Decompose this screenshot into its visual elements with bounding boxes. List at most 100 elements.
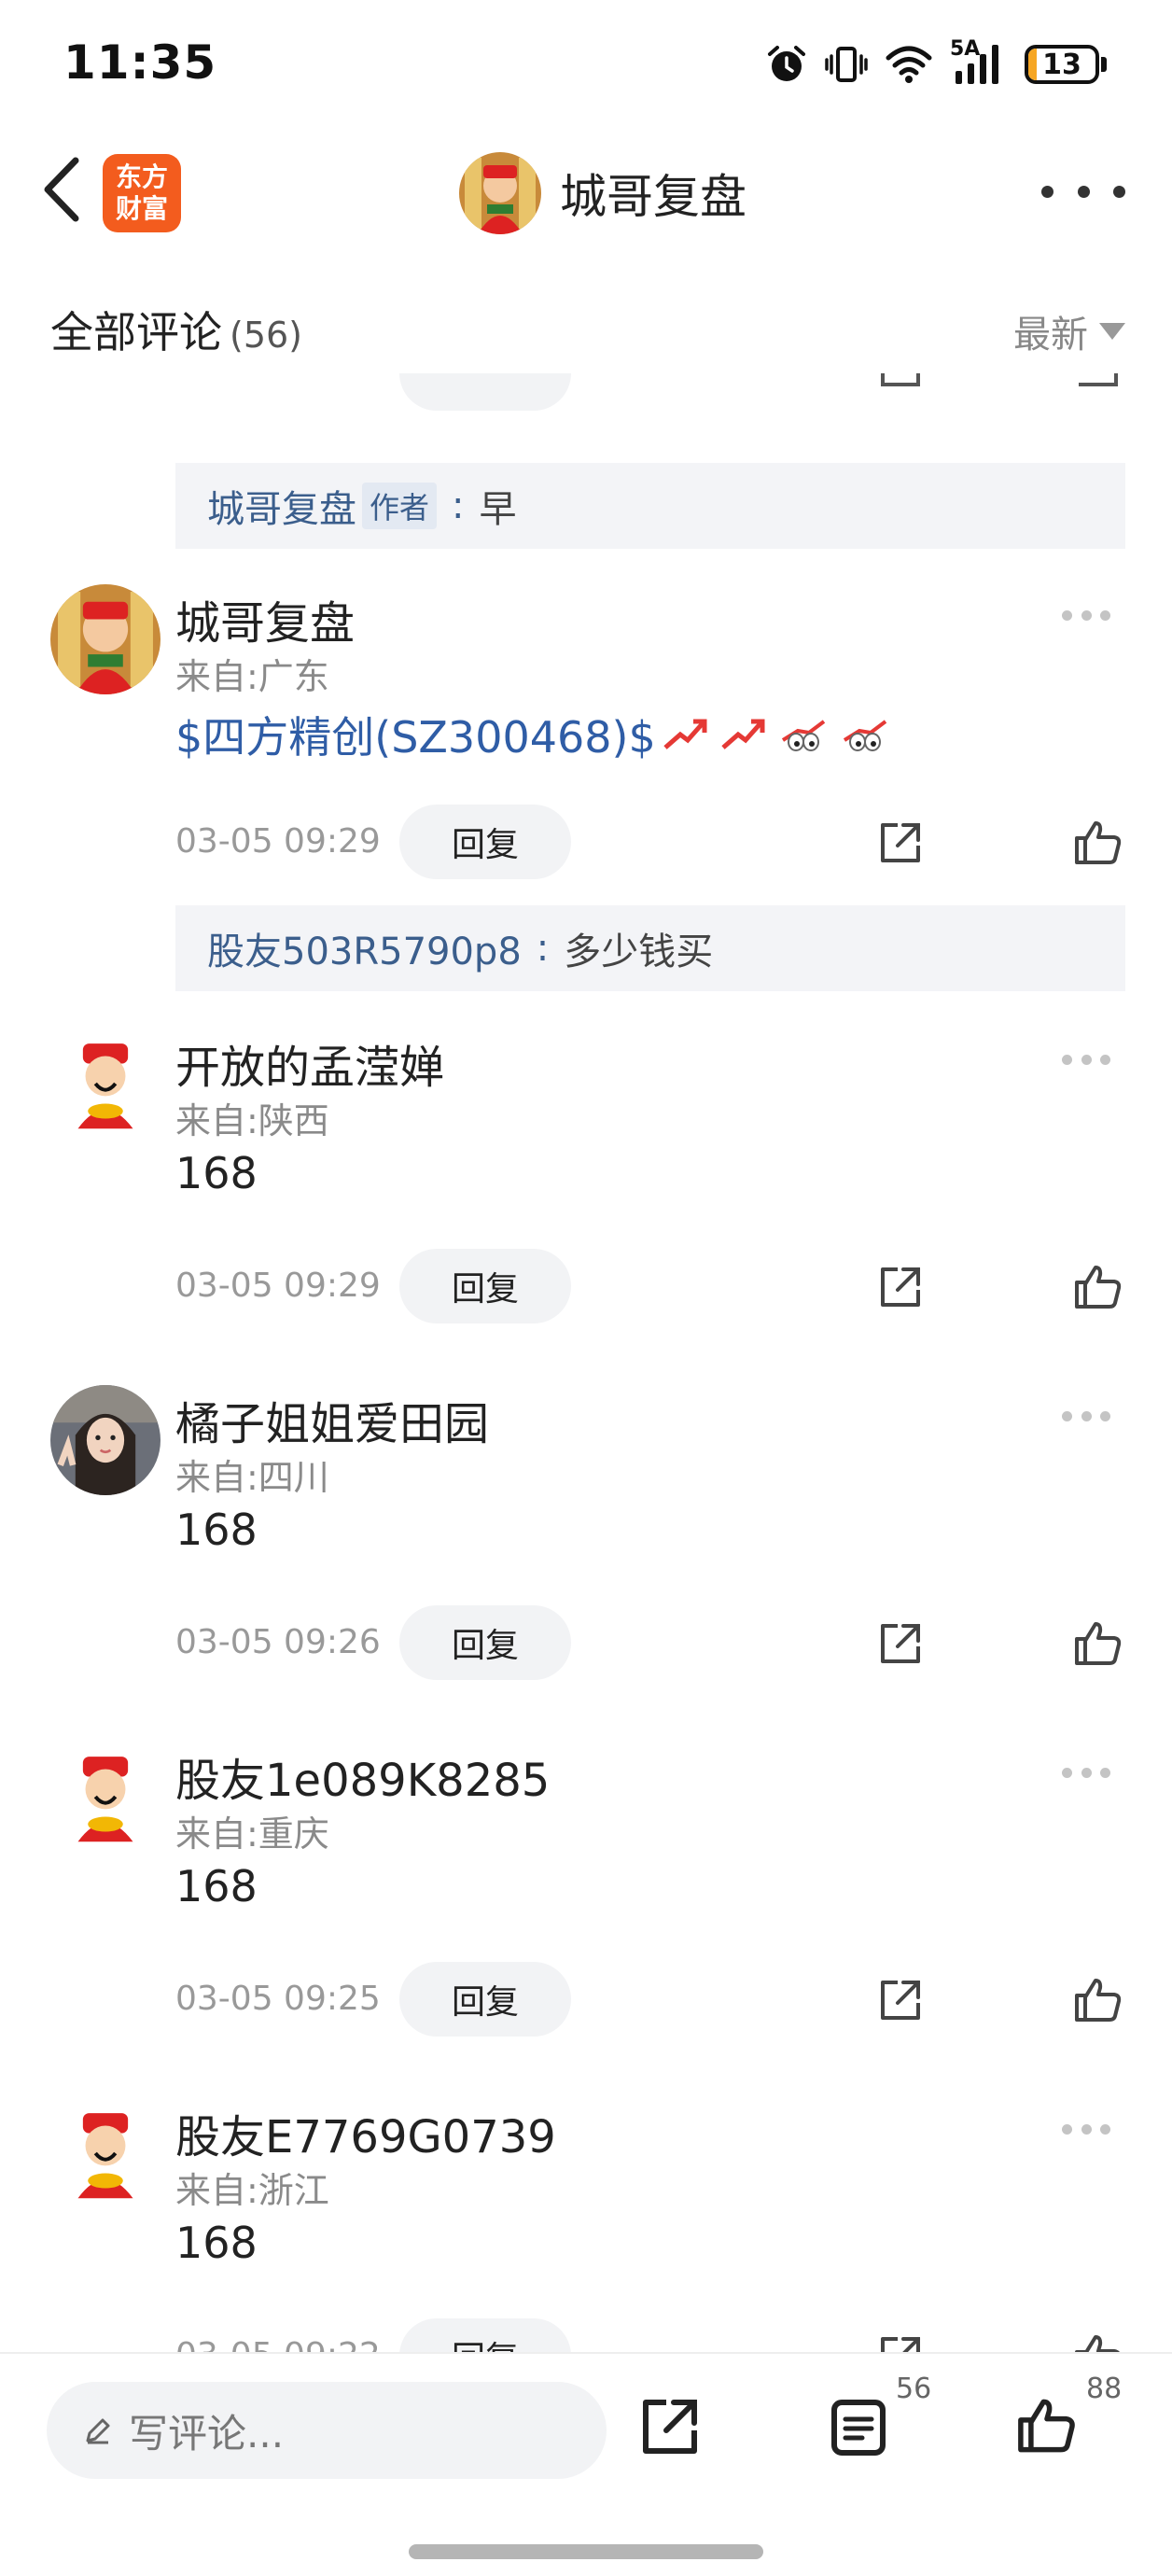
comment-count: (56): [230, 315, 303, 356]
app-logo[interactable]: 东方 财富: [103, 154, 181, 232]
share-icon[interactable]: [877, 2333, 924, 2352]
like-icon[interactable]: [1073, 2331, 1123, 2352]
write-comment-placeholder: 写评论...: [129, 2410, 285, 2457]
comment-text: 168: [175, 1505, 258, 1555]
alarm-icon: [768, 46, 805, 81]
like-icon[interactable]: [1079, 373, 1118, 386]
comment-author[interactable]: 开放的孟滢婵: [175, 1030, 444, 1096]
avatar: [459, 152, 541, 234]
reply-button[interactable]: 回复: [399, 805, 571, 879]
like-icon[interactable]: [1073, 1618, 1123, 1669]
battery-level: 13: [1042, 48, 1081, 81]
avatar[interactable]: [50, 1742, 160, 1852]
comment-time: 03-05 09:22: [175, 2336, 381, 2352]
comment-author[interactable]: 股友E7769G0739: [175, 2100, 556, 2165]
comment-more-button[interactable]: [1062, 2124, 1110, 2135]
home-indicator[interactable]: [409, 2544, 763, 2559]
quoted-reply[interactable]: 股友503R5790p8 : 多少钱买: [175, 905, 1125, 991]
comment-header: 全部评论 (56) 最新: [0, 271, 1172, 373]
comment-text: 168: [175, 1148, 258, 1198]
comment-time: 03-05 09:26: [175, 1623, 381, 1661]
share-icon[interactable]: [877, 819, 924, 866]
comment-more-button[interactable]: [1062, 610, 1110, 622]
quote-text: 早: [479, 488, 517, 531]
more-button[interactable]: [1041, 173, 1125, 210]
reply-button[interactable]: 回复: [399, 1605, 571, 1680]
quote-author[interactable]: 城哥复盘: [207, 479, 356, 533]
more-dot: [1113, 185, 1125, 198]
comment-text: $四方精创(SZ300468)$: [175, 704, 889, 765]
chevron-left-icon: [44, 157, 79, 222]
share-icon[interactable]: [640, 2397, 700, 2457]
comment-more-button[interactable]: [1062, 1768, 1110, 1779]
share-icon[interactable]: [877, 1264, 924, 1310]
comment-item[interactable]: 股友1e089K8285 来自:重庆 168 03-05 09:25 回复: [0, 1742, 1172, 2040]
emoji-group: [662, 718, 889, 751]
share-icon[interactable]: [877, 1620, 924, 1667]
signal-icon: 5A: [950, 37, 1008, 88]
fortune-god-avatar-icon: [459, 152, 541, 234]
status-time: 11:35: [63, 35, 217, 90]
comment-feed[interactable]: 城哥复盘 作者 : 早 城哥复盘 来自:广东 $四方精创(SZ300468)$: [0, 373, 1172, 2352]
fortune-god-avatar-icon: [50, 2098, 160, 2208]
quote-author[interactable]: 股友503R5790p8: [207, 921, 522, 975]
back-button[interactable]: [28, 157, 93, 222]
page-title: 城哥复盘: [560, 170, 746, 224]
app-logo-line2: 财富: [115, 193, 168, 224]
reply-button[interactable]: [399, 373, 571, 411]
trend-up-icon: [721, 719, 765, 749]
comment-author[interactable]: 城哥复盘: [175, 586, 355, 651]
caret-down-icon: [1099, 323, 1125, 340]
comment-item[interactable]: 城哥复盘 来自:广东 $四方精创(SZ300468)$ 03-05 09:29 …: [0, 584, 1172, 883]
stock-link[interactable]: $四方精创(SZ300468)$: [175, 704, 656, 765]
quote-text: 多少钱买: [564, 931, 714, 973]
comment-time: 03-05 09:29: [175, 822, 381, 861]
share-icon[interactable]: [881, 373, 920, 386]
comment-section-title: 全部评论: [50, 307, 222, 357]
like-count-badge: 88: [1086, 2373, 1123, 2405]
like-icon[interactable]: [1073, 818, 1123, 868]
more-dot: [1041, 185, 1053, 198]
reply-button[interactable]: 回复: [399, 1962, 571, 2037]
vibrate-icon: [825, 47, 868, 82]
nav-bar: 东方 财富 城哥复盘: [0, 131, 1172, 252]
share-icon[interactable]: [877, 1977, 924, 2023]
comment-time: 03-05 09:29: [175, 1267, 381, 1305]
comment-more-button[interactable]: [1062, 1411, 1110, 1422]
comment-item[interactable]: 股友E7769G0739 来自:浙江 168 03-05 09:22 回复: [0, 2098, 1172, 2352]
battery-icon: 13: [1025, 45, 1107, 84]
comment-location: 来自:重庆: [175, 1813, 329, 1855]
like-icon[interactable]: [1073, 1975, 1123, 2025]
comment-item[interactable]: 开放的孟滢婵 来自:陕西 168 03-05 09:29 回复: [0, 1029, 1172, 1327]
status-icons: 5A 13: [765, 37, 1107, 88]
wifi-icon: [886, 46, 932, 83]
comment-count-badge: 56: [896, 2373, 932, 2405]
comment-list-icon[interactable]: [830, 2399, 886, 2457]
avatar[interactable]: [50, 1385, 160, 1495]
author-badge: 作者: [362, 483, 438, 529]
sort-dropdown[interactable]: 最新: [1013, 304, 1125, 358]
comment-location: 来自:浙江: [175, 2170, 329, 2211]
avatar[interactable]: [50, 1029, 160, 1139]
bottom-action-bar: 写评论... 56 88: [0, 2352, 1172, 2576]
write-comment-input[interactable]: 写评论...: [47, 2382, 607, 2479]
app-logo-line1: 东方: [115, 161, 168, 192]
avatar[interactable]: [50, 2098, 160, 2208]
comment-author[interactable]: 股友1e089K8285: [175, 1743, 550, 1809]
comment-more-button[interactable]: [1062, 1055, 1110, 1066]
status-bar: 11:35 5A 13: [0, 0, 1172, 131]
like-icon[interactable]: [1073, 1262, 1123, 1312]
fortune-god-avatar-icon: [50, 1029, 160, 1139]
like-icon[interactable]: [1015, 2395, 1079, 2457]
avatar[interactable]: [50, 584, 160, 694]
reply-button[interactable]: 回复: [399, 2318, 571, 2352]
comment-item[interactable]: 橘子姐姐爱田园 来自:四川 168 03-05 09:26 回复: [0, 1385, 1172, 1684]
comment-author[interactable]: 橘子姐姐爱田园: [175, 1387, 489, 1452]
eyes-trend-icon: [781, 720, 825, 751]
comment-location: 来自:陕西: [175, 1100, 329, 1141]
reply-button[interactable]: 回复: [399, 1249, 571, 1323]
comment-header-title: 全部评论 (56): [50, 299, 302, 360]
fortune-god-avatar-icon: [50, 584, 160, 694]
nav-title-group[interactable]: 城哥复盘: [459, 151, 746, 235]
quoted-reply[interactable]: 城哥复盘 作者 : 早: [175, 463, 1125, 549]
